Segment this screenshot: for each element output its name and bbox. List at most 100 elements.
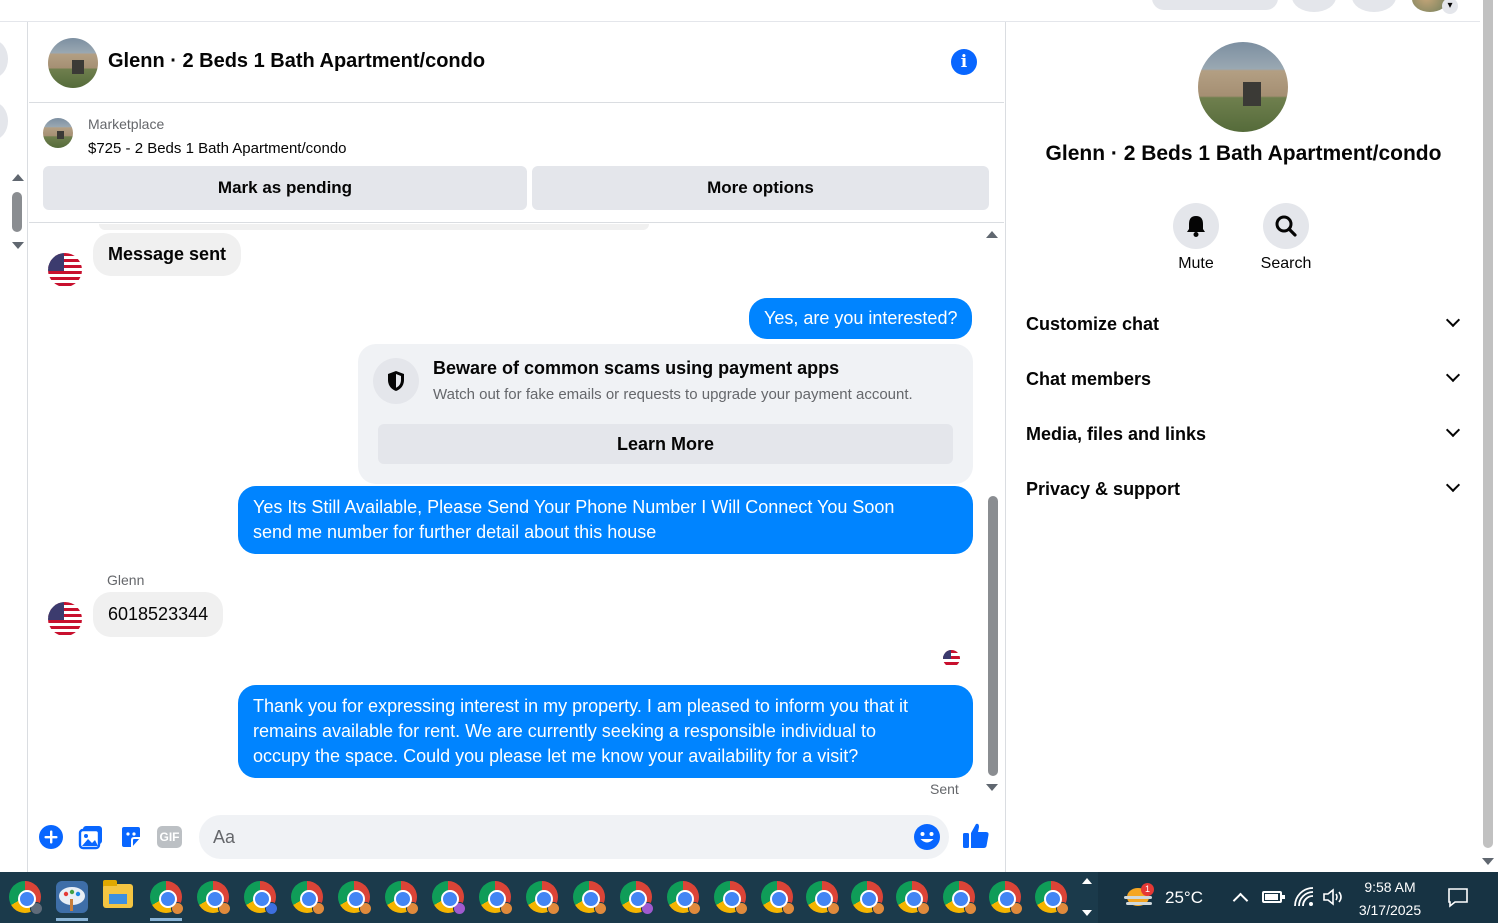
message-line: occupy the space. Could you please let m…: [253, 746, 859, 766]
learn-more-button[interactable]: Learn More: [378, 424, 953, 464]
plus-icon[interactable]: [38, 824, 64, 850]
chrome-icon[interactable]: [479, 881, 513, 915]
rail-scroll-up-icon[interactable]: [12, 174, 24, 181]
chrome-icon[interactable]: [432, 881, 466, 915]
account-chevron-icon[interactable]: ▾: [1442, 0, 1458, 14]
chrome-icon[interactable]: [1035, 881, 1069, 915]
top-nav-notifications-button[interactable]: [1352, 0, 1396, 12]
chrome-icon[interactable]: [989, 881, 1023, 915]
chrome-icon[interactable]: [150, 881, 184, 915]
chat-scroll-up-icon[interactable]: [986, 231, 998, 238]
rail-scroll-down-icon[interactable]: [12, 242, 24, 249]
file-explorer-icon[interactable]: [103, 880, 133, 908]
message-line: send me number for further detail about …: [253, 522, 657, 542]
mute-label: Mute: [1178, 255, 1214, 272]
top-nav-pill[interactable]: [1152, 0, 1278, 10]
emoji-icon[interactable]: [913, 823, 941, 851]
more-options-button[interactable]: More options: [532, 166, 989, 210]
chrome-icon[interactable]: [9, 881, 43, 915]
battery-icon[interactable]: [1262, 891, 1285, 903]
incoming-message[interactable]: 6018523344: [93, 592, 224, 637]
chrome-icon[interactable]: [714, 881, 748, 915]
sender-name: Glenn: [107, 572, 145, 588]
conversation-avatar[interactable]: [0, 40, 8, 78]
customize-chat-row[interactable]: Customize chat: [1026, 305, 1466, 345]
volume-icon[interactable]: [1322, 887, 1346, 907]
info-icon[interactable]: i: [951, 49, 977, 75]
message-line: Thank you for expressing interest in my …: [253, 696, 908, 716]
chrome-icon[interactable]: [620, 881, 654, 915]
chrome-icon[interactable]: [244, 881, 278, 915]
outgoing-message[interactable]: Yes, are you interested?: [749, 298, 973, 339]
chat-members-row[interactable]: Chat members: [1026, 360, 1466, 400]
message-input[interactable]: [199, 815, 949, 859]
chrome-icon[interactable]: [943, 881, 977, 915]
like-thumb-icon[interactable]: [961, 821, 991, 851]
chrome-icon[interactable]: [667, 881, 701, 915]
clock-date[interactable]: 3/17/2025: [1352, 902, 1428, 918]
paint-tool-icon[interactable]: [56, 881, 88, 913]
clock-time[interactable]: 9:58 AM: [1352, 879, 1428, 895]
taskbar-scroll-down-icon[interactable]: [1082, 910, 1092, 916]
page-scrollbar-thumb[interactable]: [1483, 0, 1493, 848]
bell-icon: [1187, 216, 1205, 237]
message-composer: GIF: [29, 806, 1004, 872]
marketplace-listing-strip: Marketplace $725 - 2 Beds 1 Bath Apartme…: [29, 103, 1004, 223]
media-files-links-row[interactable]: Media, files and links: [1026, 415, 1466, 455]
weather-badge: 1: [1141, 883, 1154, 896]
listing-small-thumbnail[interactable]: [43, 118, 73, 148]
chat-scroll-down-icon[interactable]: [986, 784, 998, 791]
chrome-icon[interactable]: [338, 881, 372, 915]
listing-price-title[interactable]: $725 - 2 Beds 1 Bath Apartment/condo: [88, 140, 347, 157]
chrome-icon[interactable]: [806, 881, 840, 915]
mute-button[interactable]: [1173, 203, 1219, 249]
gif-icon[interactable]: GIF: [157, 826, 182, 848]
wifi-icon[interactable]: [1293, 886, 1315, 908]
sender-avatar[interactable]: [48, 253, 82, 287]
listing-thumbnail[interactable]: [48, 38, 98, 88]
chrome-icon[interactable]: [851, 881, 885, 915]
mark-as-pending-button[interactable]: Mark as pending: [43, 166, 527, 210]
chrome-icon[interactable]: [761, 881, 795, 915]
weather-temperature[interactable]: 25°C: [1165, 888, 1203, 908]
scam-warning-card: Beware of common scams using payment app…: [358, 344, 973, 484]
incoming-message[interactable]: Message sent: [93, 233, 242, 276]
page-scroll-down-icon[interactable]: [1482, 858, 1494, 865]
conversation-avatar[interactable]: [0, 102, 8, 140]
delivery-status: Sent: [930, 781, 959, 797]
taskbar-scroll-up-icon[interactable]: [1082, 878, 1092, 884]
outgoing-message[interactable]: Thank you for expressing interest in my …: [238, 685, 973, 778]
chevron-down-icon: [1445, 367, 1461, 383]
previous-message-bubble-edge: [99, 224, 649, 230]
chevron-down-icon: [1445, 312, 1461, 328]
outgoing-message[interactable]: Yes Its Still Available, Please Send You…: [238, 486, 973, 554]
shield-icon-wrap: [373, 358, 419, 404]
listing-profile-image[interactable]: [1198, 42, 1288, 132]
rail-scrollbar-thumb[interactable]: [12, 192, 22, 232]
chrome-icon[interactable]: [526, 881, 560, 915]
scam-warning-title: Beware of common scams using payment app…: [433, 358, 840, 378]
chrome-icon[interactable]: [291, 881, 325, 915]
notification-center-icon[interactable]: [1447, 886, 1469, 908]
chat-details-panel: Glenn · 2 Beds 1 Bath Apartment/condo Mu…: [1005, 22, 1480, 872]
chat-scrollbar-thumb[interactable]: [988, 496, 998, 776]
chat-title[interactable]: Glenn · 2 Beds 1 Bath Apartment/condo: [108, 50, 485, 73]
chrome-icon[interactable]: [197, 881, 231, 915]
chrome-icon[interactable]: [385, 881, 419, 915]
chrome-icon[interactable]: [573, 881, 607, 915]
conversation-list-rail: [0, 22, 28, 872]
weather-icon[interactable]: 1: [1124, 883, 1154, 910]
chevron-down-icon: [1445, 477, 1461, 493]
scam-warning-subtitle: Watch out for fake emails or requests to…: [433, 386, 913, 403]
top-nav-menu-button[interactable]: [1292, 0, 1336, 12]
privacy-support-row[interactable]: Privacy & support: [1026, 470, 1466, 510]
sticker-icon[interactable]: [118, 824, 144, 850]
chrome-icon[interactable]: [896, 881, 930, 915]
message-thread[interactable]: Message sent Yes, are you interested? Be…: [29, 224, 987, 806]
photo-icon[interactable]: [78, 824, 104, 850]
search-icon: [1275, 215, 1297, 237]
message-line: Yes Its Still Available, Please Send You…: [253, 497, 895, 517]
search-button[interactable]: [1263, 203, 1309, 249]
active-app-indicator: [56, 918, 88, 921]
sender-avatar[interactable]: [48, 602, 82, 636]
